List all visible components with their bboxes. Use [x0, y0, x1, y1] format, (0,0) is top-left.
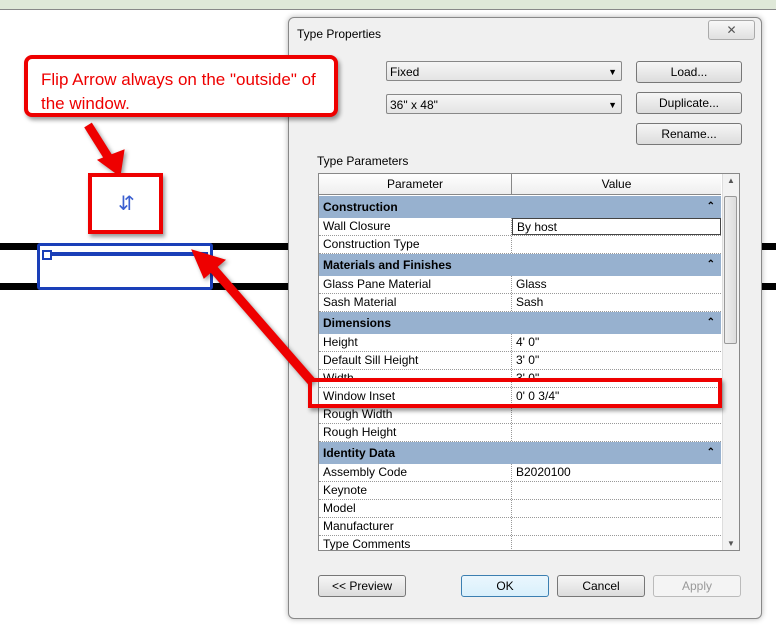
- flip-arrow-icon[interactable]: ⇵: [118, 191, 135, 216]
- arrow-to-window: [206, 262, 316, 385]
- flip-arrow-highlight: ⇵: [88, 173, 163, 234]
- window-inset-highlight: [308, 378, 722, 408]
- arrow-to-flip: [84, 122, 114, 163]
- annotation-callout: Flip Arrow always on the "outside" of th…: [24, 55, 338, 117]
